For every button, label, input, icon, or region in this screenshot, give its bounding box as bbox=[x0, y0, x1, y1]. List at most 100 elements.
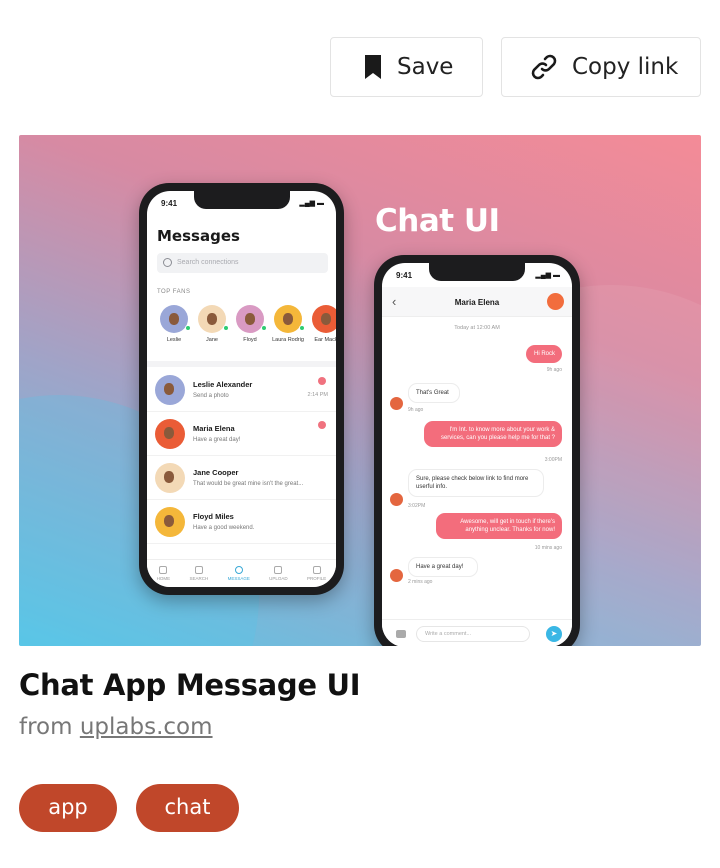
tab-home: HOME bbox=[156, 566, 171, 581]
search-icon bbox=[194, 566, 203, 574]
list-item: Jane Cooper That would be great mine isn'… bbox=[147, 456, 336, 500]
contact-name: Floyd Miles bbox=[193, 512, 234, 521]
section-label: TOP FANS bbox=[157, 289, 191, 295]
phone-notch bbox=[193, 191, 290, 209]
tab-label: PROFILE bbox=[307, 576, 327, 581]
sent-message: Hi Rock bbox=[526, 345, 562, 363]
message-icon bbox=[234, 566, 243, 574]
copy-link-button[interactable]: Copy link bbox=[501, 37, 701, 97]
message-time: 9h ago bbox=[546, 367, 562, 373]
pin-image[interactable]: Chat UI 9:41 ▂▄▆ ▬ Messages Search conne… bbox=[19, 135, 701, 646]
avatar bbox=[236, 305, 264, 333]
messages-title: Messages bbox=[157, 227, 240, 245]
fan-item: Ear Mack bbox=[307, 305, 336, 344]
message-time: 3:00PM bbox=[544, 457, 562, 463]
comment-input: Write a comment... bbox=[416, 626, 530, 642]
bookmark-icon bbox=[365, 55, 381, 79]
message-preview: That would be great mine isn't the great… bbox=[193, 481, 304, 487]
unread-badge bbox=[318, 421, 326, 429]
fan-name: Floyd bbox=[243, 337, 257, 343]
message-time: 2 mins ago bbox=[408, 579, 433, 585]
tab-message: MESSAGE bbox=[228, 566, 250, 581]
tab-label: MESSAGE bbox=[227, 576, 250, 581]
unread-badge bbox=[318, 377, 326, 385]
search-icon bbox=[163, 258, 172, 267]
tag-chat[interactable]: chat bbox=[136, 784, 239, 832]
save-button[interactable]: Save bbox=[330, 37, 483, 97]
source-link[interactable]: uplabs.com bbox=[80, 714, 213, 740]
divider bbox=[147, 361, 336, 367]
status-time: 9:41 bbox=[161, 199, 178, 208]
send-icon: ➤ bbox=[546, 626, 562, 642]
hero-headline: Chat UI bbox=[375, 203, 500, 239]
message-preview: Have a good weekend. bbox=[193, 525, 255, 531]
contact-name: Jane Cooper bbox=[193, 468, 239, 477]
tab-label: UPLOAD bbox=[269, 576, 288, 581]
camera-icon bbox=[396, 630, 406, 638]
upload-icon bbox=[274, 566, 283, 574]
list-item: Floyd Miles Have a good weekend. bbox=[147, 500, 336, 544]
profile-icon bbox=[312, 566, 321, 574]
phone-messages: 9:41 ▂▄▆ ▬ Messages Search connections T… bbox=[139, 183, 344, 595]
avatar-wrap bbox=[231, 305, 269, 333]
online-indicator bbox=[261, 325, 267, 331]
fan-name: Ear Mack bbox=[314, 337, 336, 343]
tab-label: SEARCH bbox=[189, 576, 209, 581]
phone-notch bbox=[429, 263, 525, 281]
messages-screen: 9:41 ▂▄▆ ▬ Messages Search connections T… bbox=[147, 191, 336, 587]
contact-name: Maria Elena bbox=[193, 424, 235, 433]
save-button-label: Save bbox=[397, 54, 454, 80]
avatar-wrap bbox=[307, 305, 336, 333]
conversation-header: ‹ Maria Elena bbox=[382, 287, 572, 317]
avatar bbox=[390, 397, 403, 410]
tab-search: SEARCH bbox=[189, 566, 208, 581]
sent-message: I'm Int. to know more about your work & … bbox=[424, 421, 562, 447]
tab-label: HOME bbox=[156, 576, 171, 581]
copy-link-label: Copy link bbox=[572, 54, 679, 80]
message-preview: Have a great day! bbox=[193, 437, 241, 443]
avatar bbox=[155, 507, 185, 537]
list-item: Leslie Alexander Send a photo 2:14 PM bbox=[147, 368, 336, 412]
list-item: Maria Elena Have a great day! bbox=[147, 412, 336, 456]
timestamp: 2:14 PM bbox=[307, 392, 328, 398]
fan-name: Leslie bbox=[166, 337, 182, 343]
fan-name: Laura Rodrig bbox=[272, 337, 304, 343]
fan-item: Laura Rodrig bbox=[269, 305, 307, 344]
avatar bbox=[390, 493, 403, 506]
sent-message: Awesome, will get in touch if there's an… bbox=[436, 513, 562, 539]
fan-item: Floyd bbox=[231, 305, 269, 344]
contact-name: Maria Elena bbox=[454, 298, 500, 307]
pin-title: Chat App Message UI bbox=[19, 668, 361, 702]
avatar bbox=[198, 305, 226, 333]
fan-item: Jane bbox=[193, 305, 231, 344]
home-icon bbox=[159, 566, 168, 574]
contact-name: Leslie Alexander bbox=[193, 380, 253, 389]
tab-profile: PROFILE bbox=[307, 566, 326, 581]
message-time: 10 mins ago bbox=[534, 545, 562, 551]
avatar bbox=[274, 305, 302, 333]
search-placeholder: Search connections bbox=[177, 259, 239, 266]
online-indicator bbox=[185, 325, 191, 331]
phone-conversation: 9:41 ▂▄▆ ▬ ‹ Maria Elena Today at 12:00 … bbox=[374, 255, 580, 646]
pin-source: from uplabs.com bbox=[19, 714, 213, 740]
battery-icon: ▂▄▆ ▬ bbox=[535, 272, 560, 279]
avatar bbox=[155, 375, 185, 405]
message-time: 9h ago bbox=[408, 407, 424, 413]
tag-app[interactable]: app bbox=[19, 784, 117, 832]
date-label: Today at 12:00 AM bbox=[454, 325, 500, 331]
status-time: 9:41 bbox=[396, 271, 413, 280]
link-icon bbox=[531, 54, 557, 80]
tab-bar: HOME SEARCH MESSAGE UPLOAD PROFILE bbox=[147, 559, 336, 587]
search-input: Search connections bbox=[157, 253, 328, 273]
received-message: Have a great day! bbox=[408, 557, 478, 577]
avatar-wrap bbox=[155, 305, 193, 333]
avatar bbox=[390, 569, 403, 582]
received-message: That's Great bbox=[408, 383, 460, 403]
top-fans-row: Leslie Jane Floyd Laura Rodrig Ear Mack bbox=[155, 305, 336, 344]
tab-upload: UPLOAD bbox=[269, 566, 288, 581]
avatar bbox=[155, 419, 185, 449]
online-indicator bbox=[299, 325, 305, 331]
battery-icon: ▂▄▆ ▬ bbox=[299, 200, 324, 207]
message-preview: Send a photo bbox=[193, 393, 229, 399]
avatar-wrap bbox=[193, 305, 231, 333]
